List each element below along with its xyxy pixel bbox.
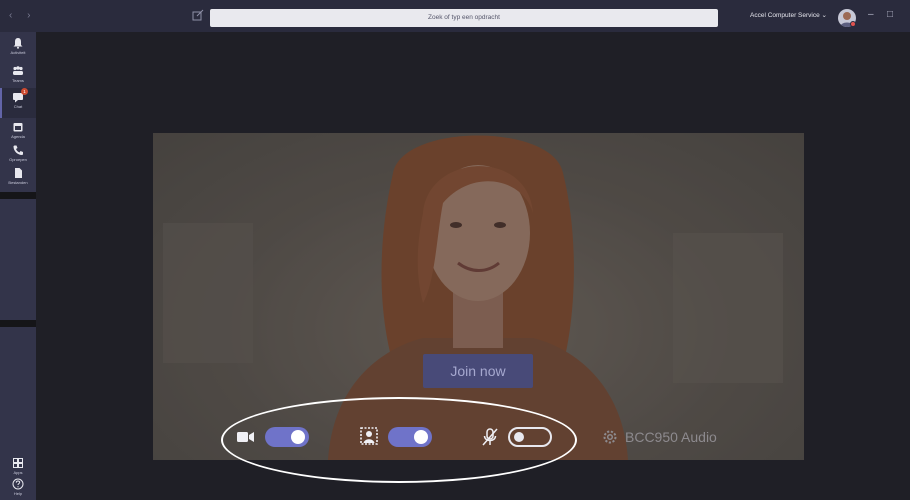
chat-badge: 1 <box>21 88 28 95</box>
calendar-icon <box>13 123 23 132</box>
rail-item-activity[interactable]: Activiteit <box>0 37 36 63</box>
rail-item-label: Oproepen <box>9 157 27 162</box>
rail-separator <box>0 192 36 199</box>
rail-item-chat[interactable]: 1 Chat <box>0 88 36 118</box>
phone-icon <box>13 145 23 155</box>
help-icon <box>12 478 24 490</box>
rail-separator <box>0 320 36 327</box>
rail-item-label: Teams <box>12 78 24 83</box>
gear-icon[interactable] <box>602 429 618 445</box>
app-rail: Activiteit Teams 1 Chat Agenda Oproepen … <box>0 32 36 500</box>
rail-item-label: Chat <box>13 104 23 109</box>
nav-arrows[interactable]: ‹ › <box>9 10 36 21</box>
bell-icon <box>13 38 23 49</box>
rail-item-label: Agenda <box>11 134 25 139</box>
title-bar: ‹ › Zoek of typ een opdracht Accel Compu… <box>0 0 910 32</box>
rail-item-files[interactable]: Bestanden <box>0 167 36 193</box>
maximize-button[interactable]: □ <box>887 9 893 20</box>
files-icon <box>15 168 22 178</box>
account-name[interactable]: Accel Computer Service ⌄ <box>750 11 827 19</box>
search-input[interactable]: Zoek of typ een opdracht <box>210 9 718 27</box>
apps-icon <box>13 458 23 468</box>
presence-status-icon <box>850 21 856 27</box>
rail-item-label: Help <box>13 491 23 496</box>
rail-item-help[interactable]: Help <box>0 478 36 500</box>
rail-item-label: Apps <box>13 470 23 475</box>
audio-device-name[interactable]: BCC950 Audio <box>625 429 717 445</box>
rail-item-label: Activiteit <box>10 50 26 55</box>
highlight-ellipse <box>221 397 577 483</box>
rail-item-label: Bestanden <box>8 180 28 185</box>
minimize-button[interactable]: – <box>868 9 874 20</box>
teams-icon <box>13 66 23 75</box>
compose-icon[interactable] <box>192 9 204 21</box>
